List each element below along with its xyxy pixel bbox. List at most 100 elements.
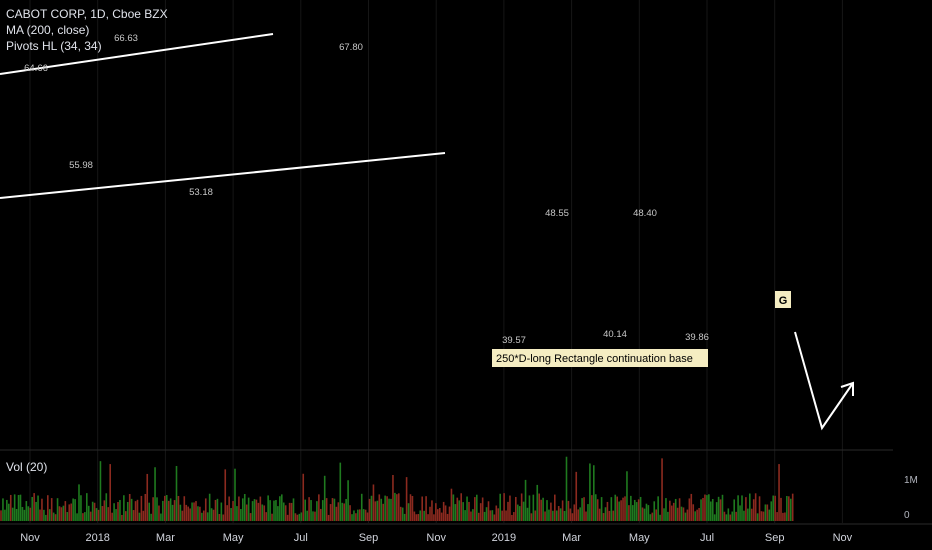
volume-bar (21, 506, 24, 521)
volume-bar (374, 501, 377, 521)
volume-bar (93, 502, 96, 521)
volume-bar (362, 509, 365, 521)
volume-bar (29, 507, 32, 521)
volume-bar (620, 500, 622, 521)
volume-bar (236, 506, 238, 521)
volume-bar (653, 501, 656, 521)
volume-bar (680, 506, 683, 521)
volume-bar (641, 507, 644, 521)
volume-bar (446, 513, 449, 521)
volume-bar (497, 508, 500, 521)
volume-bar (676, 507, 679, 521)
volume-bar (507, 501, 509, 521)
volume-bar (419, 510, 422, 521)
volume-bar (602, 513, 605, 521)
volume-bar (80, 495, 82, 521)
volume-bar (403, 513, 406, 521)
volume-bar (509, 495, 511, 521)
volume-bar (249, 513, 252, 521)
volume-bar (594, 494, 597, 521)
volume-bar (764, 504, 767, 521)
volume-bar (624, 496, 626, 521)
volume-bar (11, 507, 14, 521)
volume-bar (320, 508, 322, 521)
volume-bar (115, 509, 117, 521)
volume-bar (616, 496, 618, 521)
volume-bar (684, 512, 687, 521)
volume-bar (308, 497, 310, 521)
volume-bar (288, 502, 291, 521)
volume-bar (48, 509, 51, 521)
volume-bar (725, 514, 728, 521)
pivot-label: 64.66 (24, 63, 48, 74)
volume-bar (458, 500, 461, 521)
volume-bar (33, 493, 35, 521)
volume-bar (704, 494, 706, 521)
x-axis-tick-label: May (629, 532, 650, 544)
volume-bar (581, 498, 583, 521)
volume-bar (392, 474, 394, 521)
price-chart[interactable]: 64.6666.6355.9853.1867.8048.55 48.4039.57… (0, 0, 932, 550)
volume-bar (409, 494, 412, 521)
volume-bar (772, 495, 774, 521)
volume-bar (462, 502, 464, 521)
volume-bar (702, 497, 704, 521)
volume-bar (460, 493, 462, 521)
volume-bar (355, 513, 357, 521)
volume-bar (665, 498, 667, 521)
volume-bar (688, 498, 691, 521)
volume-bar (138, 512, 141, 521)
volume-bar (171, 504, 174, 521)
volume-bar (66, 512, 69, 521)
volume-bar (310, 500, 312, 521)
volume-bar (774, 495, 776, 521)
volume-bar (427, 514, 429, 521)
volume-bar (294, 513, 297, 521)
volume-bar (87, 505, 90, 521)
volume-bar (242, 498, 244, 521)
volume-bar (68, 504, 71, 521)
volume-bar (321, 500, 324, 521)
volume-bar (156, 497, 158, 521)
volume-bar (179, 504, 182, 521)
volume-bar (694, 511, 696, 521)
volume-bar (281, 494, 283, 521)
volume-bar (152, 497, 154, 521)
volume-bar (719, 499, 722, 521)
volume-bar (119, 499, 121, 521)
volume-bar (749, 493, 751, 521)
volume-bar (165, 495, 168, 521)
volume-bar (316, 501, 318, 521)
volume-bar (203, 510, 205, 521)
volume-bar (618, 501, 620, 521)
volume-bar (466, 496, 468, 521)
volume-bar (754, 493, 757, 521)
volume-bar (318, 494, 320, 521)
volume-bar (489, 510, 492, 521)
volume-bar (438, 507, 441, 521)
volume-bar (300, 512, 303, 521)
volume-bar (604, 507, 607, 521)
volume-bar (353, 510, 355, 521)
volume-bar (343, 503, 345, 521)
volume-bar (267, 495, 269, 521)
volume-bar (218, 513, 221, 521)
volume-bar (142, 510, 145, 521)
volume-bar (224, 469, 227, 521)
volume-bar (304, 499, 306, 521)
volume-bar (643, 508, 646, 521)
volume-bar (181, 510, 184, 521)
volume-bar (193, 502, 195, 521)
volume-bar (347, 480, 349, 521)
volume-bar (598, 508, 601, 521)
volume-bar (95, 508, 98, 521)
volume-bar (472, 509, 474, 521)
pivot-label: 48.55 (545, 208, 569, 219)
volume-bar (52, 512, 55, 521)
volume-bar (511, 514, 513, 521)
volume-bar (177, 495, 180, 521)
volume-bar (464, 510, 466, 521)
volume-bar (417, 514, 420, 521)
volume-bar (126, 501, 129, 521)
volume-bar (499, 493, 501, 521)
